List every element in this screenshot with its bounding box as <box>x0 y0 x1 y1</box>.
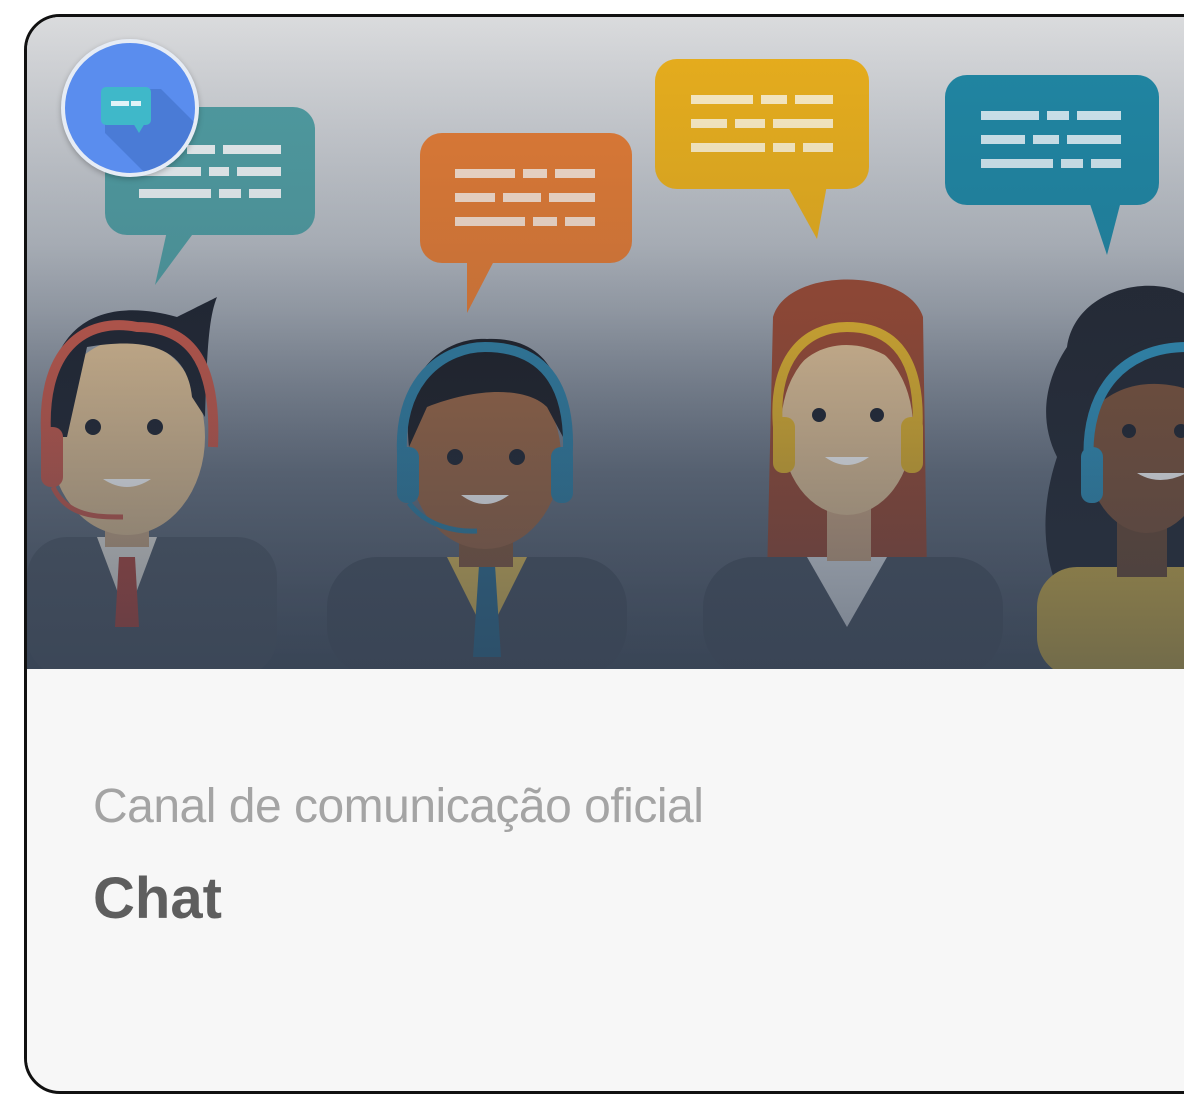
card-body: Canal de comunicação oficial Chat <box>27 669 1184 1069</box>
card-title: Chat <box>93 866 222 931</box>
chat-app-card[interactable]: Canal de comunicação oficial Chat <box>24 14 1184 1094</box>
banner-image <box>27 17 1184 669</box>
chat-app-icon <box>61 39 199 177</box>
card-subtitle: Canal de comunicação oficial <box>93 780 704 833</box>
